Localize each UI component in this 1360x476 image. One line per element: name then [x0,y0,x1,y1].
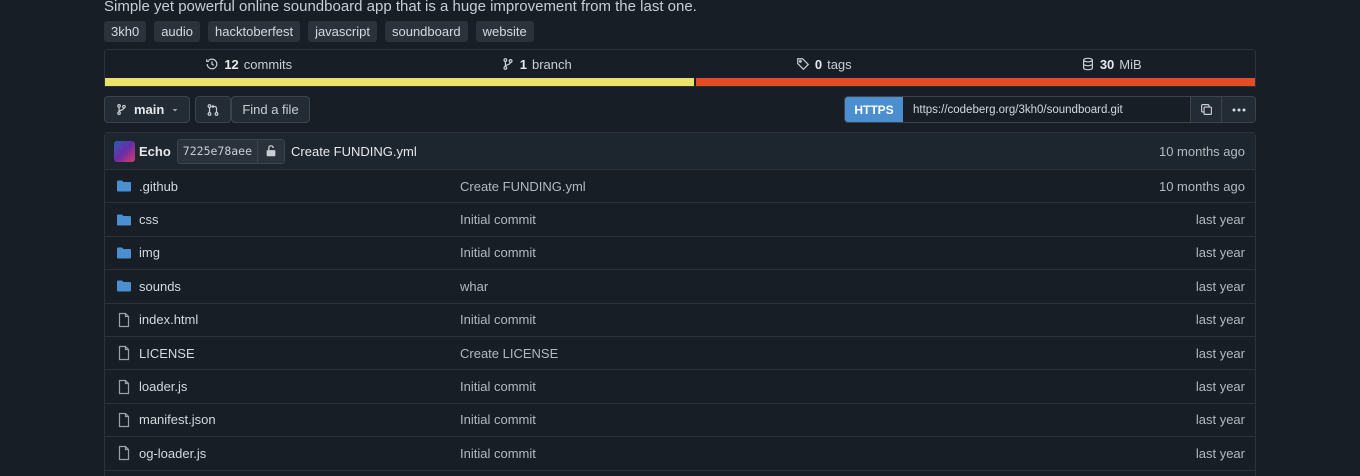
list-item: manifest.json Initial commit last year [105,404,1255,438]
clone-url-input[interactable]: https://codeberg.org/3kh0/soundboard.git [903,97,1191,122]
file-icon [118,312,130,327]
database-icon [1082,57,1093,71]
history-icon [206,58,218,70]
list-item: sounds whar last year [105,270,1255,304]
file-time: last year [1195,379,1245,395]
file-time: last year [1195,445,1245,461]
latest-commit-bar: Echo 7225e78aee Create FUNDING.yml 10 mo… [105,133,1255,170]
file-commit-message[interactable]: Create LICENSE [460,346,558,361]
caret-down-icon [172,108,178,111]
file-commit-message[interactable]: whar [460,279,488,294]
copy-url-button[interactable] [1191,97,1222,122]
commit-time: 10 months ago [1158,143,1245,159]
branch-icon [503,58,513,70]
file-time: last year [1195,245,1245,261]
file-icon [118,412,130,428]
unlock-icon [266,145,276,157]
list-item: loader.js Initial commit last year [105,370,1255,404]
file-commit-message[interactable]: Initial commit [460,446,536,461]
file-name[interactable]: og-loader.js [139,446,206,461]
branch-selector[interactable]: main [104,96,190,123]
language-bar[interactable] [105,78,1255,86]
file-commit-message[interactable]: Initial commit [460,412,536,427]
file-name[interactable]: loader.js [139,379,187,394]
folder-icon [117,247,131,259]
file-name[interactable]: manifest.json [139,412,216,427]
file-name[interactable]: .github [139,179,178,194]
tags-link[interactable]: 0 tags [680,57,968,72]
file-icon [118,346,130,361]
repo-description: Simple yet powerful online soundboard ap… [104,0,697,15]
branch-icon [117,104,126,115]
branch-label: branch [531,56,572,72]
file-time: last year [1195,412,1245,428]
file-time: 10 months ago [1158,178,1245,194]
signature-status[interactable] [257,139,285,163]
list-item: css Initial commit last year [105,203,1255,237]
file-name[interactable]: index.html [139,312,198,327]
file-commit-message[interactable]: Initial commit [460,312,536,327]
pull-request-icon [207,103,219,116]
file-time: last year [1195,278,1245,294]
file-icon [118,446,130,461]
language-bar-html[interactable] [695,78,1255,86]
commit-author[interactable]: Echo [139,144,171,159]
repo-size: 30 MiB [968,57,1256,72]
compare-button[interactable] [195,96,231,123]
file-table: Echo 7225e78aee Create FUNDING.yml 10 mo… [104,132,1256,476]
file-commit-message[interactable]: Initial commit [460,245,536,260]
commits-count: 12 [224,56,239,72]
file-name[interactable]: LICENSE [139,346,195,361]
topic-javascript[interactable]: javascript [308,21,377,42]
commit-sha-group: 7225e78aee [176,138,286,164]
tags-label: tags [827,56,852,72]
folder-icon [117,280,131,292]
repo-stats: 12 commits 1 branch 0 tags 30 MiB [104,49,1256,87]
clone-protocol-button[interactable]: HTTPS [845,97,903,122]
topic-3kh0[interactable]: 3kh0 [104,21,147,42]
list-item: index.html Initial commit last year [105,304,1255,337]
branches-link[interactable]: 1 branch [393,57,681,72]
file-name[interactable]: sounds [139,279,181,294]
size-unit: MiB [1119,56,1142,72]
commits-label: commits [243,56,293,72]
clone-panel: HTTPS https://codeberg.org/3kh0/soundboa… [844,96,1256,123]
list-item: LICENSE Create LICENSE last year [105,337,1255,371]
tags-count: 0 [814,56,823,72]
file-time: last year [1195,212,1245,228]
list-item: .github Create FUNDING.yml 10 months ago [105,170,1255,204]
topic-hacktoberfest[interactable]: hacktoberfest [208,21,301,42]
tag-icon [796,58,809,71]
file-name[interactable]: css [139,212,159,227]
file-commit-message[interactable]: Initial commit [460,212,536,227]
file-name[interactable]: img [139,245,160,260]
file-icon [118,379,130,394]
topic-audio[interactable]: audio [154,21,201,42]
topic-list: 3kh0 audio hacktoberfest javascript soun… [104,21,534,42]
branch-name: main [134,102,165,117]
commit-message[interactable]: Create FUNDING.yml [291,144,417,159]
more-options-button[interactable] [1222,97,1255,122]
copy-icon [1200,104,1212,115]
folder-icon [117,214,131,226]
language-bar-javascript[interactable] [105,78,694,86]
file-time: last year [1195,312,1245,328]
find-file-button[interactable]: Find a file [231,96,310,123]
file-time: last year [1195,345,1245,361]
commits-link[interactable]: 12 commits [105,57,393,72]
size-value: 30 [1099,56,1115,72]
list-item: og-loader.js Initial commit last year [105,437,1255,471]
kebab-horizontal-icon [1232,108,1245,111]
folder-icon [117,180,131,192]
file-commit-message[interactable]: Initial commit [460,379,536,394]
avatar[interactable] [114,140,135,162]
file-commit-message[interactable]: Create FUNDING.yml [460,179,586,194]
repo-toolbar: main Find a file HTTPS https://codeberg.… [104,96,1256,123]
branch-count: 1 [519,56,527,72]
topic-website[interactable]: website [475,21,534,42]
list-item: img Initial commit last year [105,237,1255,271]
commit-sha-link[interactable]: 7225e78aee [177,139,258,163]
topic-soundboard[interactable]: soundboard [384,21,468,42]
